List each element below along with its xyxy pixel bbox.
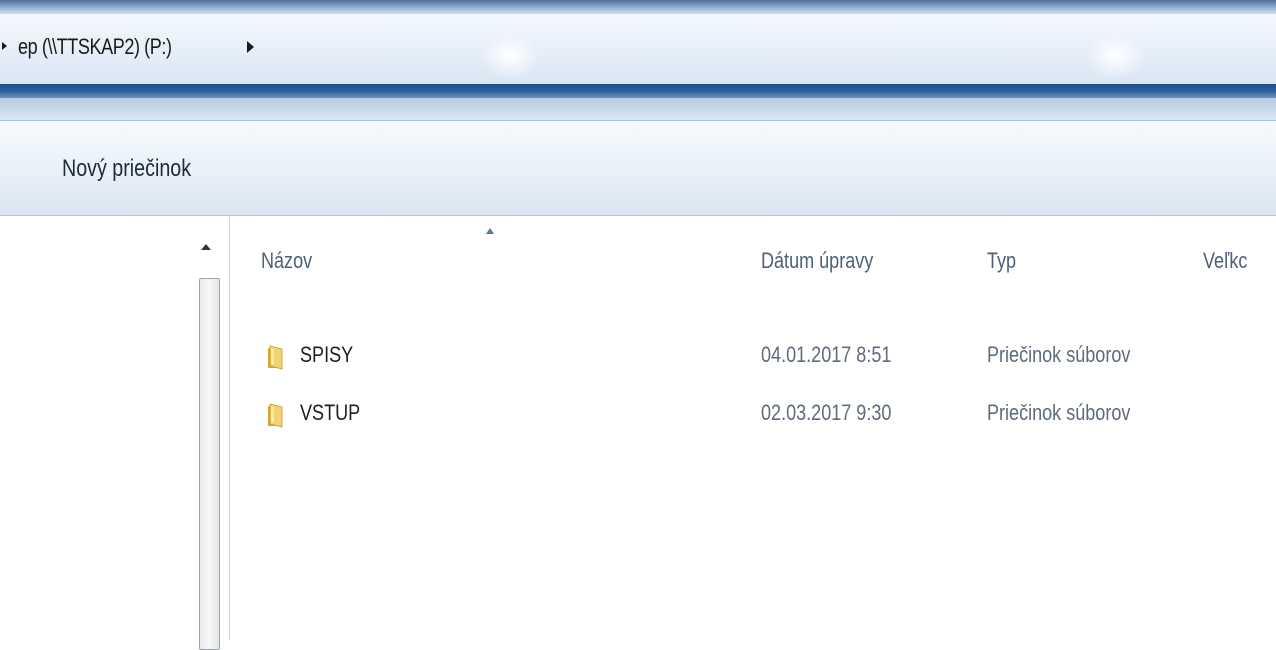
window-frame-edge xyxy=(0,0,1276,14)
file-date: 02.03.2017 9:30 xyxy=(761,400,892,425)
file-type: Priečinok súborov xyxy=(987,342,1131,367)
file-list: Názov Dátum úpravy Typ Veľkc SPISY 04.01… xyxy=(230,216,1276,640)
column-header-type[interactable]: Typ xyxy=(987,248,1016,274)
window-frame-band xyxy=(0,84,1276,98)
breadcrumb-drive[interactable]: ep (\\TTSKAP2) (P:) xyxy=(18,34,172,60)
address-field[interactable] xyxy=(0,14,1276,85)
address-bar: ep (\\TTSKAP2) (P:) xyxy=(0,0,1276,121)
sort-ascending-icon xyxy=(486,228,494,234)
command-toolbar: Nový priečinok xyxy=(0,121,1276,216)
file-row[interactable]: SPISY 04.01.2017 8:51 Priečinok súborov xyxy=(230,336,1276,376)
file-name: VSTUP xyxy=(300,400,361,425)
file-date: 04.01.2017 8:51 xyxy=(761,342,892,367)
column-header-name[interactable]: Názov xyxy=(261,248,312,274)
scroll-up-arrow-icon[interactable] xyxy=(201,244,211,250)
file-name: SPISY xyxy=(300,342,354,367)
column-header-date[interactable]: Dátum úpravy xyxy=(761,248,873,274)
column-header-size[interactable]: Veľkc xyxy=(1203,248,1247,274)
breadcrumb-dropdown-arrow-icon[interactable] xyxy=(247,41,254,53)
glass-highlight xyxy=(480,32,540,80)
navigation-scrollbar[interactable] xyxy=(193,216,230,650)
breadcrumb-left-arrow-icon[interactable] xyxy=(2,42,7,50)
file-type: Priečinok súborov xyxy=(987,400,1131,425)
new-folder-button[interactable]: Nový priečinok xyxy=(62,155,191,183)
file-row[interactable]: VSTUP 02.03.2017 9:30 Priečinok súborov xyxy=(230,394,1276,434)
window-frame-band-light xyxy=(0,98,1276,121)
scrollbar-thumb[interactable] xyxy=(199,278,220,650)
folder-icon xyxy=(268,345,283,370)
navigation-pane[interactable] xyxy=(0,216,193,640)
glass-highlight xyxy=(1085,32,1145,80)
folder-icon xyxy=(268,403,283,428)
